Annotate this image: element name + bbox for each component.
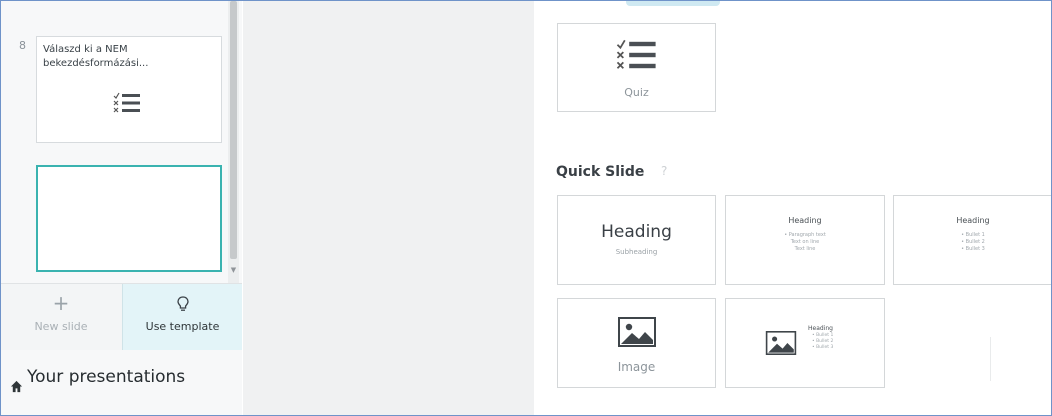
quiz-label: Quiz [624, 86, 649, 99]
slide-thumbnail[interactable]: Válaszd ki a NEM bekezdésformázási... [36, 36, 222, 143]
layout-body-lines: • Paragraph text Text on line Text line [726, 232, 884, 253]
slide-thumbnail-title: Válaszd ki a NEM bekezdésformázási... [43, 44, 149, 69]
slide-canvas[interactable] [243, 1, 534, 415]
image-icon [765, 331, 797, 355]
app-window: 8 Válaszd ki a NEM bekezdésformázási... … [0, 0, 1052, 416]
layout-line: • Bullet 1 [961, 232, 985, 238]
quiz-list-icon [616, 39, 656, 69]
help-icon[interactable]: ? [661, 164, 667, 178]
use-template-label: Use template [145, 320, 220, 333]
quick-slide-title: Quick Slide [556, 164, 645, 180]
image-icon [618, 317, 656, 347]
slides-sidebar: 8 Válaszd ki a NEM bekezdésformázási... … [1, 1, 242, 415]
slide-thumbnail-selected[interactable] [36, 165, 222, 272]
layout-heading-text: Heading [956, 216, 990, 225]
layout-heading-bullets[interactable]: Heading • Bullet 1 • Bullet 2 • Bullet 3 [893, 195, 1051, 285]
layout-body-lines: • Bullet 1 • Bullet 2 • Bullet 3 [894, 232, 1051, 253]
new-slide-label: New slide [34, 320, 88, 333]
home-icon [10, 380, 23, 393]
layout-body-lines: • Bullet 1 • Bullet 2 • Bullet 3 [812, 333, 833, 351]
slide-type-panel: Quiz Quick Slide ? Heading Subheading He… [534, 1, 1051, 415]
layout-heading-text: Heading [601, 222, 672, 242]
image-label: Image [617, 360, 656, 374]
new-slide-button[interactable]: + New slide [1, 284, 121, 351]
quiz-list-icon [113, 92, 140, 113]
layout-line: Text line [794, 246, 816, 252]
layout-line: Text on line [790, 239, 820, 245]
lightbulb-icon [123, 292, 242, 314]
scroll-down-arrow-icon[interactable]: ▼ [228, 263, 239, 277]
plus-icon: + [52, 291, 70, 315]
layout-image[interactable]: Image [557, 298, 716, 388]
layout-line: • Bullet 2 [961, 239, 985, 245]
layout-image-heading[interactable]: Heading • Bullet 1 • Bullet 2 • Bullet 3 [725, 298, 885, 388]
quiz-card[interactable]: Quiz [557, 23, 716, 112]
sidebar-scrollbar[interactable] [228, 1, 239, 283]
layout-line: • Paragraph text [784, 232, 826, 238]
layout-heading-subheading[interactable]: Heading Subheading [557, 195, 716, 285]
panel-divider [990, 337, 991, 381]
slide-actions: + New slide Use template [1, 283, 242, 351]
panel-top-accent [626, 1, 720, 6]
use-template-button[interactable]: Use template [122, 284, 242, 351]
your-presentations-label: Your presentations [27, 367, 186, 387]
layout-heading-paragraph[interactable]: Heading • Paragraph text Text on line Te… [725, 195, 885, 285]
layout-line: • Bullet 3 [961, 246, 985, 252]
layout-subheading-text: Subheading [615, 248, 658, 256]
layout-heading-text: Heading [808, 325, 833, 332]
scrollbar-thumb[interactable] [230, 1, 237, 259]
your-presentations-link[interactable]: Your presentations [1, 350, 242, 415]
slide-list: 8 Válaszd ki a NEM bekezdésformázási... … [1, 1, 242, 283]
layout-heading-text: Heading [788, 216, 822, 225]
layout-line: • Bullet 3 [812, 345, 834, 350]
slide-number: 8 [19, 39, 26, 52]
